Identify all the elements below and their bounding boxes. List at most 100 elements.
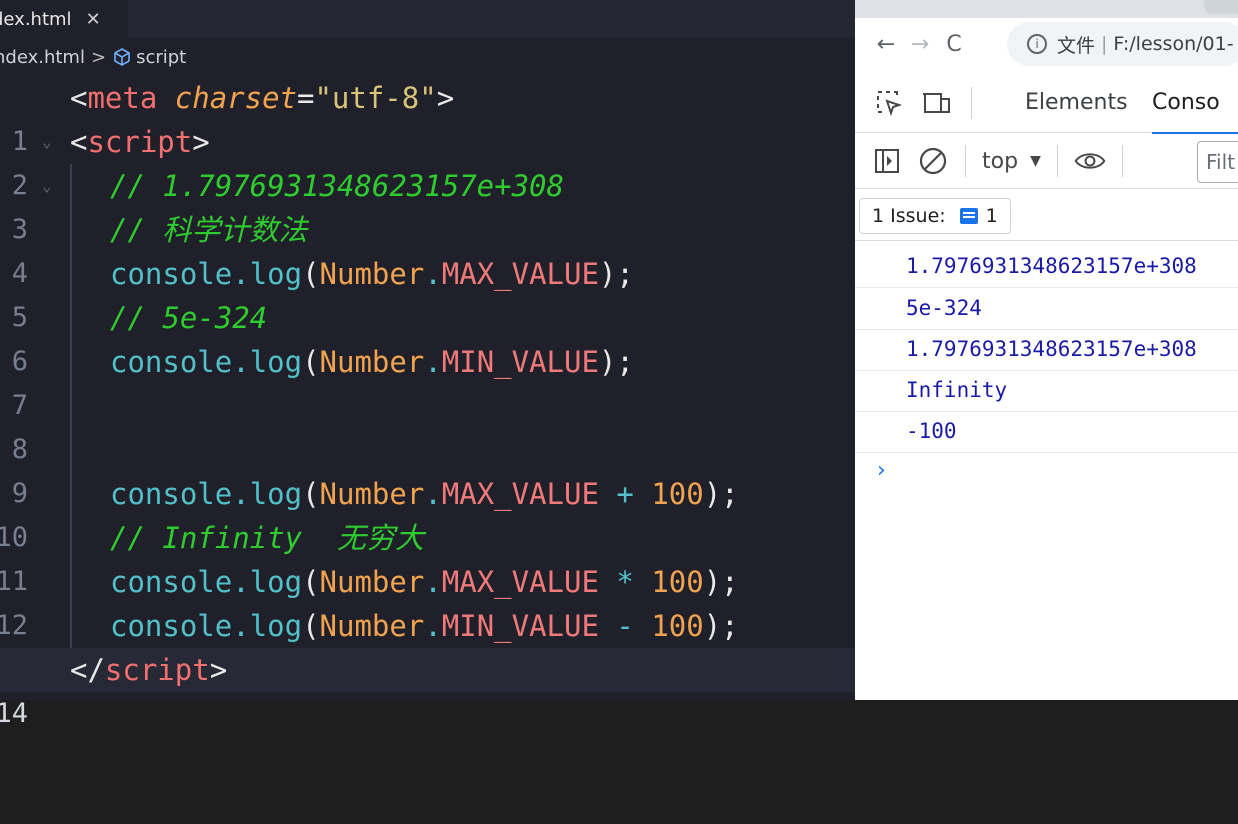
tab-strip-corner: [1204, 0, 1238, 14]
editor-tab-index-html[interactable]: dex.html ✕: [0, 0, 128, 38]
token-punct: );: [703, 477, 739, 511]
token-punct: <: [70, 81, 88, 115]
inspect-element-icon[interactable]: [873, 87, 905, 119]
code-line-12[interactable]: 12 console.log(Number.MAX_VALUE * 100);: [0, 560, 855, 641]
token-punct: .: [232, 609, 250, 643]
filter-input[interactable]: Filt: [1197, 141, 1238, 183]
token-punct: .: [424, 609, 442, 643]
token-punct: <: [70, 125, 88, 159]
console-message[interactable]: 5e-324: [855, 288, 1238, 330]
token-punct: >: [209, 653, 228, 687]
comment: // 5e-324: [110, 301, 268, 335]
token-function: log: [249, 609, 303, 643]
fold-chevron-icon[interactable]: ⌄: [42, 164, 52, 208]
token-punct: (: [302, 565, 320, 599]
toolbar-divider: [965, 145, 966, 177]
token-number: 100: [651, 609, 704, 643]
code-line-3[interactable]: 3 ⌄ // 1.7976931348623157e+308: [0, 164, 855, 245]
token-punct: .: [232, 565, 250, 599]
token-punct: >: [436, 81, 455, 115]
code-line-5[interactable]: 5 console.log(Number.MAX_VALUE);: [0, 252, 855, 333]
clear-console-icon[interactable]: [917, 145, 949, 177]
code-line-13[interactable]: 13 console.log(Number.MIN_VALUE - 100);: [0, 604, 855, 685]
breadcrumb-symbol[interactable]: script: [136, 47, 186, 68]
token-function: log: [249, 477, 303, 511]
code-line-1[interactable]: 1 <meta charset="utf-8">: [0, 76, 855, 157]
sidebar-toggle-icon[interactable]: [871, 145, 903, 177]
token-punct: </: [70, 653, 105, 687]
token-number: 100: [651, 565, 704, 599]
token-punct: );: [598, 345, 634, 379]
token-punct: .: [424, 257, 442, 291]
console-message[interactable]: 1.7976931348623157e+308: [855, 246, 1238, 288]
url-separator: |: [1101, 33, 1108, 55]
code-line-2[interactable]: 2 ⌄ <script>: [0, 120, 855, 201]
line-text: <meta charset="utf-8">: [70, 76, 454, 120]
console-value: -100: [906, 419, 957, 443]
fold-chevron-icon[interactable]: ⌄: [42, 120, 52, 164]
token-string: "utf-8": [314, 81, 437, 115]
url-field[interactable]: i 文件 | F:/lesson/01-: [1007, 22, 1238, 66]
device-toolbar-icon[interactable]: [921, 87, 953, 119]
console-value: 1.7976931348623157e+308: [906, 337, 1197, 361]
browser-tab-strip: [855, 0, 1238, 18]
toolbar-divider: [1056, 145, 1058, 177]
dropdown-arrow-icon: ▼: [1030, 153, 1041, 169]
token-attr: charset: [174, 81, 297, 115]
token-punct: .: [424, 477, 442, 511]
code-line-4[interactable]: 4 // 科学计数法: [0, 208, 855, 289]
console-value: 1.7976931348623157e+308: [906, 254, 1197, 278]
tab-console[interactable]: Conso: [1152, 74, 1238, 134]
issues-label: 1 Issue:: [872, 205, 946, 227]
breadcrumb-file[interactable]: ndex.html: [0, 47, 85, 68]
token-punct: (: [302, 609, 320, 643]
token-property: MIN_VALUE: [441, 609, 599, 643]
devtools-tab-bar: Elements Conso: [855, 74, 1238, 134]
browser-window: ← → C i 文件 | F:/lesson/01- Elements Cons…: [855, 0, 1238, 700]
code-line-7[interactable]: 7 console.log(Number.MIN_VALUE);: [0, 340, 855, 421]
tab-elements[interactable]: Elements: [1025, 74, 1128, 132]
console-message[interactable]: 1.7976931348623157e+308: [855, 329, 1238, 371]
token-function: log: [249, 565, 303, 599]
token-punct: );: [703, 609, 739, 643]
console-message[interactable]: Infinity: [855, 370, 1238, 412]
close-tab-icon[interactable]: ✕: [86, 9, 101, 30]
reload-icon[interactable]: C: [937, 32, 971, 57]
tab-filename: dex.html: [0, 8, 72, 30]
code-line-14[interactable]: 14 </script>: [0, 648, 855, 729]
forward-icon[interactable]: →: [903, 32, 937, 57]
token-punct: .: [424, 345, 442, 379]
line-number: 14: [0, 698, 28, 729]
token-object: console: [110, 477, 233, 511]
token-object: console: [110, 565, 233, 599]
console-prompt-icon[interactable]: ›: [877, 458, 886, 483]
context-selector[interactable]: top ▼: [982, 149, 1041, 174]
issues-button[interactable]: 1 Issue: 1: [859, 198, 1011, 234]
line-text: console.log(Number.MAX_VALUE);: [110, 252, 634, 296]
console-value: Infinity: [906, 378, 1008, 402]
token-punct: (: [302, 477, 320, 511]
token-punct: .: [232, 477, 250, 511]
back-icon[interactable]: ←: [869, 32, 903, 57]
site-info-icon[interactable]: i: [1027, 34, 1047, 54]
divider: [855, 240, 1238, 241]
code-line-9[interactable]: 9: [0, 428, 855, 509]
token-punct: .: [232, 257, 250, 291]
code-line-8[interactable]: 8: [0, 384, 855, 465]
token-operator: -: [598, 609, 652, 643]
token-class: Number: [319, 477, 425, 511]
line-text: console.log(Number.MIN_VALUE - 100);: [110, 604, 739, 648]
console-message[interactable]: -100: [855, 411, 1238, 453]
console-toolbar: top ▼ Filt: [855, 134, 1238, 189]
code-line-6[interactable]: 6 // 5e-324: [0, 296, 855, 377]
token-object: console: [110, 609, 233, 643]
eye-icon[interactable]: [1074, 145, 1106, 177]
symbol-cube-icon: [114, 48, 130, 66]
token-punct: );: [703, 565, 739, 599]
code-line-10[interactable]: 10 console.log(Number.MAX_VALUE + 100);: [0, 472, 855, 553]
code-editor[interactable]: dex.html ✕ ndex.html > script 1 <meta ch…: [0, 0, 855, 729]
token-tag: script: [87, 125, 193, 159]
toolbar-divider: [971, 87, 972, 119]
token-punct: =: [297, 81, 315, 115]
code-line-11[interactable]: 11 // Infinity 无穷大: [0, 516, 855, 597]
